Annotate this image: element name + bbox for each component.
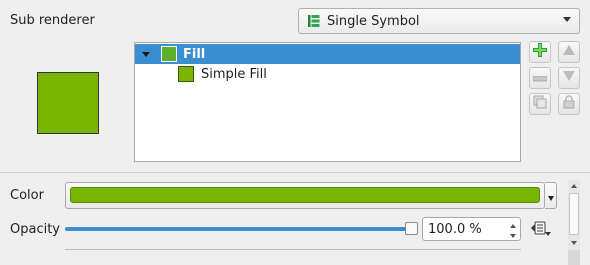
expand-arrow-icon[interactable] [142,51,150,57]
spin-up-icon[interactable] [510,224,516,228]
color-menu-button[interactable] [545,182,557,209]
section-divider [0,172,590,173]
opacity-slider[interactable] [65,227,411,231]
add-symbol-layer-icon [532,42,548,62]
opacity-slider-handle[interactable] [405,222,418,235]
remove-symbol-layer-button[interactable] [529,67,551,89]
chevron-down-icon [548,196,554,201]
scroll-up-icon[interactable] [571,184,577,188]
next-row-edge [65,249,521,250]
tree-item-label: Simple Fill [201,66,267,82]
scrollbar-thumb[interactable] [569,193,579,235]
tree-item-simple-fill[interactable]: Simple Fill [135,64,520,84]
vertical-scrollbar[interactable] [568,180,580,265]
sub-renderer-label: Sub renderer [10,13,95,28]
symbol-layer-tree[interactable]: Fill Simple Fill [134,42,521,162]
symbol-preview [37,72,99,134]
move-up-button[interactable] [558,41,580,63]
tree-item-fill[interactable]: Fill [135,44,520,64]
opacity-spinbox[interactable]: 100.0 % [422,217,521,241]
simple-fill-swatch [178,66,194,82]
color-label: Color [10,188,44,203]
sub-renderer-value: Single Symbol [327,13,420,29]
data-defined-override-icon [530,221,552,241]
sub-renderer-combo[interactable]: Single Symbol [298,8,580,34]
duplicate-layer-icon [533,95,547,113]
color-swatch [70,187,540,203]
data-defined-override-button[interactable] [530,219,554,239]
move-down-icon [562,70,576,86]
opacity-label: Opacity [10,222,61,237]
tree-item-label: Fill [183,46,206,62]
fill-swatch [161,46,177,62]
remove-symbol-layer-icon [532,71,548,86]
chevron-down-icon [563,17,571,22]
scrollbar-lower-track [568,250,580,265]
lock-layer-button[interactable] [558,93,580,115]
duplicate-layer-button[interactable] [529,93,551,115]
color-button[interactable] [65,182,545,209]
move-down-button[interactable] [558,67,580,89]
single-symbol-icon [307,14,321,28]
spin-down-icon[interactable] [510,234,516,238]
scroll-down-icon[interactable] [571,241,577,245]
add-symbol-layer-button[interactable] [529,41,551,63]
move-up-icon [562,44,576,60]
lock-layer-icon [562,95,576,113]
opacity-value: 100.0 % [428,221,482,237]
